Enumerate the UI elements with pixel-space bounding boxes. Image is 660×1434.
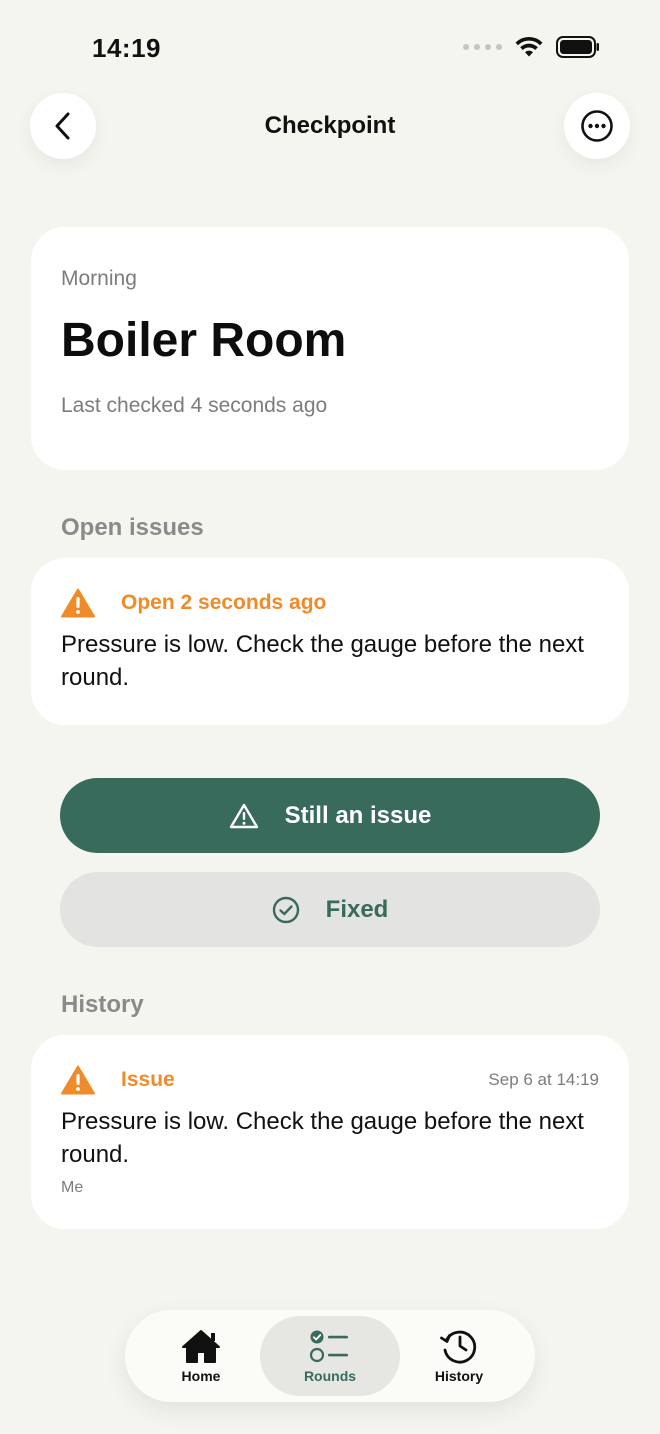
tab-rounds-label: Rounds bbox=[303, 1368, 357, 1384]
tab-home-label: Home bbox=[181, 1368, 221, 1384]
history-heading: History bbox=[61, 991, 144, 1018]
status-time: 14:19 bbox=[92, 33, 161, 63]
checkpoint-summary-card: Morning Boiler Room Last checked 4 secon… bbox=[31, 227, 629, 470]
issue-description: Pressure is low. Check the gauge before … bbox=[61, 631, 584, 691]
checkpoint-screen: 14:19 Checkpoint Morning Boiler Room Las… bbox=[0, 0, 660, 1434]
last-checked-text: Last checked 4 seconds ago bbox=[61, 394, 328, 417]
history-entry-card[interactable]: Issue Sep 6 at 14:19 Pressure is low. Ch… bbox=[31, 1035, 629, 1229]
still-an-issue-label: Still an issue bbox=[284, 801, 432, 829]
shift-label: Morning bbox=[61, 267, 137, 290]
open-issues-heading: Open issues bbox=[61, 514, 204, 541]
history-entry-author: Me bbox=[61, 1179, 84, 1196]
still-an-issue-button[interactable]: Still an issue bbox=[60, 778, 600, 853]
tab-rounds[interactable]: Rounds bbox=[260, 1316, 400, 1396]
checklist-icon bbox=[309, 1330, 348, 1363]
status-icons bbox=[463, 36, 600, 58]
history-entry-text: Pressure is low. Check the gauge before … bbox=[61, 1108, 584, 1168]
clock-history-icon bbox=[440, 1330, 477, 1364]
wifi-icon bbox=[515, 36, 543, 57]
battery-icon bbox=[556, 36, 599, 58]
warning-triangle-icon bbox=[61, 1065, 95, 1095]
ellipsis-circle-icon bbox=[581, 110, 613, 142]
history-entry-header: Issue Sep 6 at 14:19 bbox=[61, 1065, 599, 1095]
tab-history[interactable]: History bbox=[389, 1316, 529, 1396]
issue-status: Open 2 seconds ago bbox=[121, 591, 327, 614]
checkpoint-name: Boiler Room bbox=[61, 314, 347, 367]
tab-home[interactable]: Home bbox=[131, 1316, 271, 1396]
tab-bar: Home Rounds History bbox=[125, 1310, 535, 1402]
open-issue-card[interactable]: Open 2 seconds ago Pressure is low. Chec… bbox=[31, 558, 629, 725]
issue-header: Open 2 seconds ago bbox=[61, 588, 599, 618]
fixed-button[interactable]: Fixed bbox=[60, 872, 600, 947]
check-circle-icon bbox=[272, 896, 299, 923]
home-icon bbox=[182, 1330, 220, 1363]
warning-triangle-icon bbox=[61, 588, 95, 618]
warning-outline-icon bbox=[229, 803, 258, 828]
fixed-label: Fixed bbox=[325, 895, 389, 923]
more-options-button[interactable] bbox=[564, 93, 630, 159]
tab-history-label: History bbox=[434, 1368, 484, 1384]
history-entry-date: Sep 6 at 14:19 bbox=[488, 1070, 599, 1089]
page-title: Checkpoint bbox=[264, 112, 396, 139]
history-entry-type: Issue bbox=[121, 1068, 175, 1091]
cellular-signal-icon bbox=[463, 44, 502, 50]
